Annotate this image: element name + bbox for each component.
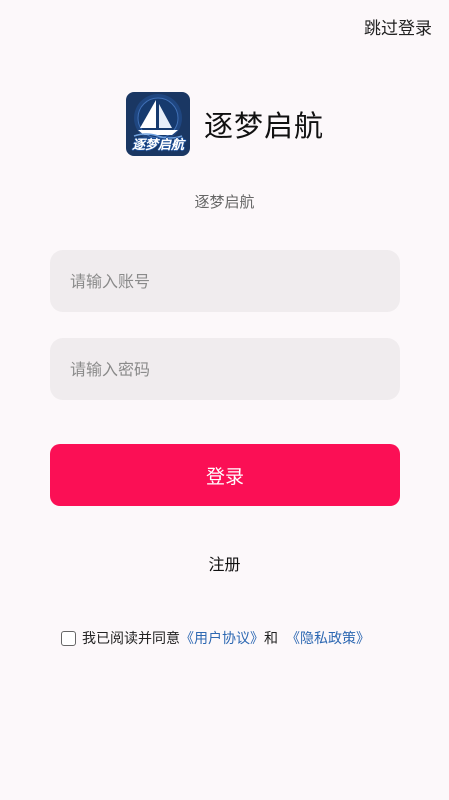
sailboat-logo-icon: 逐梦启航 [126, 92, 190, 156]
password-field[interactable] [50, 338, 400, 400]
register-link[interactable]: 注册 [0, 551, 449, 575]
login-screen: 跳过登录 逐梦启航 逐梦启航 逐梦启航 登录 注册 我已阅读并同意 《用户协议》… [0, 0, 449, 800]
user-agreement-link[interactable]: 《用户协议》 [180, 628, 264, 648]
agreement-checkbox[interactable] [61, 630, 76, 646]
agreement-prefix: 我已阅读并同意 [82, 631, 180, 647]
agreement-row: 我已阅读并同意 《用户协议》 和 《隐私政策》 [61, 628, 370, 648]
app-subtitle: 逐梦启航 [194, 193, 255, 211]
agreement-and: 和 [264, 631, 278, 647]
account-field[interactable] [50, 250, 400, 312]
app-name: 逐梦启航 [204, 109, 325, 143]
privacy-policy-link[interactable]: 《隐私政策》 [286, 628, 370, 648]
account-input[interactable] [70, 271, 400, 291]
login-button[interactable]: 登录 [50, 444, 400, 506]
skip-login-link[interactable]: 跳过登录 [364, 14, 432, 39]
logo-text: 逐梦启航 [131, 138, 184, 153]
password-input[interactable] [70, 359, 400, 379]
brand-header: 逐梦启航 逐梦启航 [126, 92, 324, 156]
